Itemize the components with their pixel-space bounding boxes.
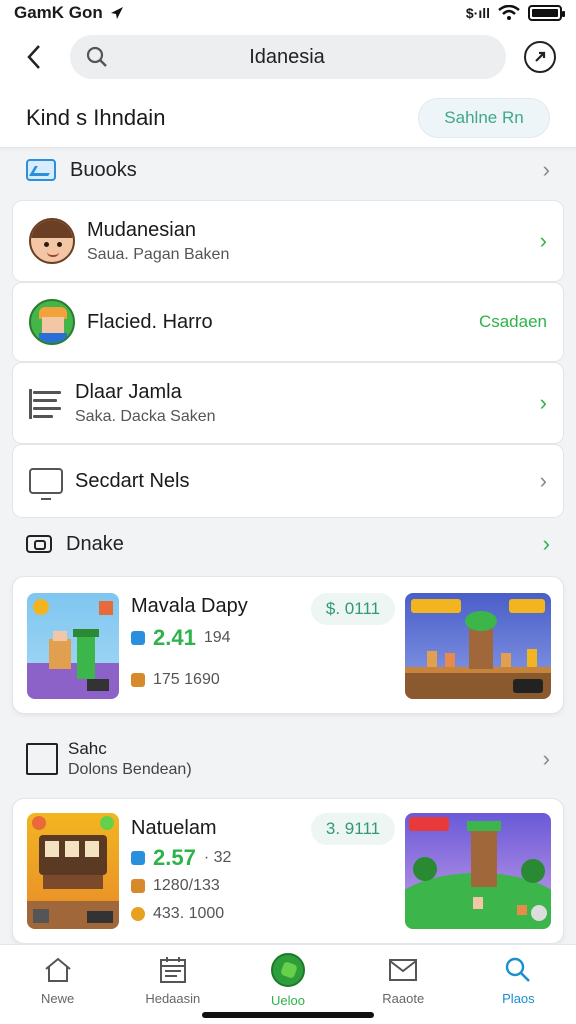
list-item-title: Dlaar Jamla [75,380,182,403]
page-title: Kind s Ihndain [26,104,166,130]
stat-extra: · 32 [203,849,232,866]
section-subtitle: Dolons Bendean) [68,761,192,778]
game-stat-rating: 2.41 194 [131,625,231,651]
stat-value: 1280/133 [153,877,220,894]
search-input[interactable] [108,45,466,69]
coin-icon [131,907,145,921]
avatar-face-icon [29,218,75,264]
wifi-icon [498,5,520,20]
game-stat-downloads: 1280/133 [131,877,220,895]
game-screenshot [405,593,551,699]
list-item-subtitle: Saka. Dacka Saken [75,407,216,425]
status-bar: GamK Gon $·ıll [0,0,576,26]
list-item[interactable]: Secdart Nels › [12,444,564,518]
battery-icon [528,5,565,21]
section-header-sahc[interactable]: Sahc Dolons Bendean) › [0,732,576,786]
search-icon [86,46,107,67]
stat-value: 433. 1000 [153,905,225,922]
game-stat-coins: 433. 1000 [131,905,224,923]
search-field[interactable] [70,35,506,79]
status-left: GamK Gon [14,3,125,23]
search-bar [0,26,576,88]
game-stat-rating: 2.57 · 32 [131,845,231,871]
game-icon [271,953,305,987]
document-icon [29,383,63,423]
game-thumbnail [27,593,119,699]
home-icon [43,955,73,985]
calendar-icon [158,955,188,985]
section-label: Buooks [70,158,137,181]
price-button[interactable]: $. 0111 [311,593,395,625]
carrier-name: GamK Gon [14,3,103,22]
refresh-arrow-icon [535,51,546,62]
status-right: $·ıll [465,5,565,21]
section-header-books[interactable]: Buooks › [0,148,576,192]
nav-label: Plaos [502,991,535,1006]
search-icon [503,955,533,985]
avatar-game-icon [29,299,75,345]
section-title: Sahc [68,739,107,758]
game-thumbnail [27,813,119,929]
stat-value: 175 1690 [153,671,220,688]
game-title: Mavala Dapy [131,595,248,617]
mail-icon [388,955,418,985]
list-item-cta[interactable]: Csadaen [479,312,547,332]
square-icon [26,743,58,775]
nav-label: Raaote [382,991,425,1006]
stat-extra: 194 [203,629,231,646]
page-header: Kind s Ihndain Sahlne Rn [0,88,576,148]
chevron-right-icon: › [539,228,547,253]
coin-icon [131,673,145,687]
section-header-dnake[interactable]: Dnake › [0,522,576,566]
nav-item-home[interactable]: Newe [0,945,115,1024]
gem-icon [131,851,145,865]
game-title: Natuelam [131,817,217,839]
list-item-title: Flacied. Harro [87,310,213,333]
box-icon [26,535,52,553]
location-icon [110,7,123,19]
game-stat-downloads: 175 1690 [131,671,220,689]
list-item-title: Mudanesian [87,218,196,241]
signal-text: $·ıll [465,5,490,21]
monitor-icon [29,468,63,500]
list-item-subtitle: Saua. Pagan Baken [87,245,230,263]
box-icon [131,879,145,893]
stat-value: 2.41 [153,625,196,650]
chevron-right-icon: › [542,746,550,771]
gem-icon [131,631,145,645]
header-action-button[interactable]: Sahlne Rn [418,97,550,138]
nav-label: Newe [40,991,75,1006]
list-item[interactable]: Flacied. Harro Csadaen [12,282,564,362]
chevron-right-icon: › [542,531,550,556]
stat-value: 2.57 [153,845,196,870]
list-item[interactable]: Dlaar Jamla Saka. Dacka Saken › [12,362,564,444]
refresh-button[interactable] [524,41,556,73]
game-screenshot [405,813,551,929]
home-indicator [202,1012,374,1018]
game-card[interactable]: Natuelam 2.57 · 32 1280/133 433. 1000 3.… [12,798,564,944]
list-item-title: Secdart Nels [75,469,190,492]
game-card[interactable]: Mavala Dapy 2.41 194 175 1690 $. 0111 [12,576,564,714]
back-button[interactable] [14,37,54,77]
chevron-left-icon [27,45,40,69]
chevron-right-icon: › [539,390,547,415]
chart-icon [26,159,56,181]
chevron-right-icon: › [542,157,550,182]
nav-label: Ueloo [271,993,305,1008]
nav-item-search[interactable]: Plaos [461,945,576,1024]
price-button[interactable]: 3. 9111 [311,813,395,845]
list-item[interactable]: Mudanesian Saua. Pagan Baken › [12,200,564,282]
chevron-right-icon: › [539,468,547,493]
section-label: Dnake [66,532,124,555]
nav-label: Hedaasin [145,991,201,1006]
